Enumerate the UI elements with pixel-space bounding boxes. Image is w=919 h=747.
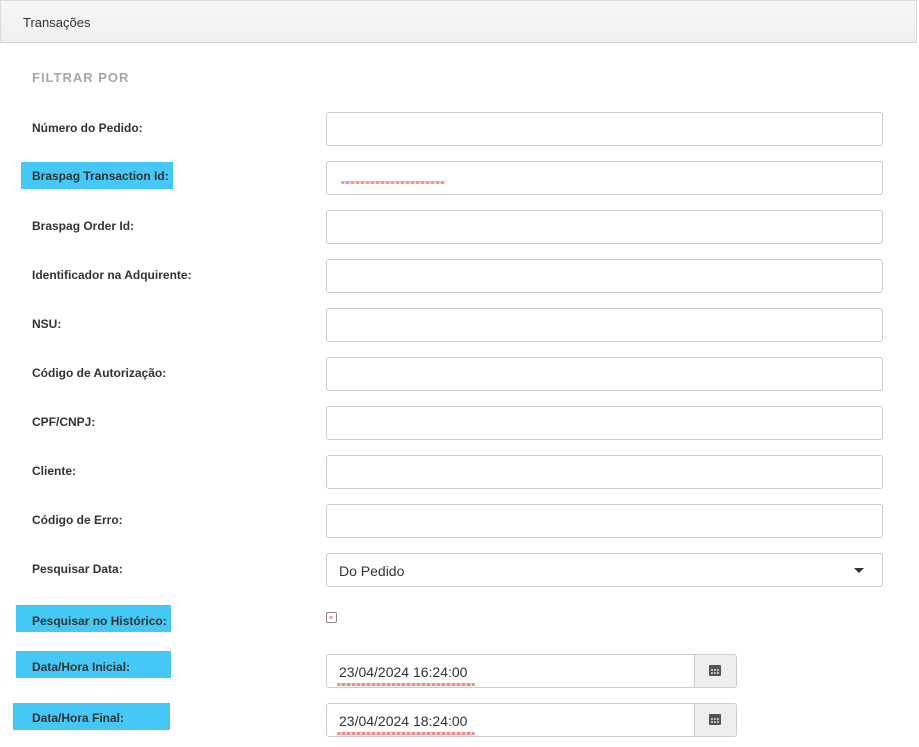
- cliente-input[interactable]: [326, 455, 883, 489]
- pesquisar-data-label: Pesquisar Data:: [32, 562, 123, 576]
- section-title: FILTRAR POR: [32, 70, 130, 85]
- cliente-label: Cliente:: [32, 464, 77, 478]
- data-inicial-label: Data/Hora Inicial:: [32, 660, 131, 674]
- nsu-input[interactable]: [326, 308, 883, 342]
- calendar-button[interactable]: [694, 704, 736, 736]
- order-id-input[interactable]: [326, 210, 883, 244]
- transaction-id-input[interactable]: [326, 161, 883, 195]
- spellcheck-underline: [337, 732, 475, 735]
- nsu-label: NSU:: [32, 317, 62, 331]
- redacted-value: [341, 181, 445, 184]
- chevron-down-icon: [854, 568, 864, 573]
- calendar-icon: [709, 714, 721, 725]
- autorizacao-row: Código de Autorização:: [0, 357, 919, 391]
- historico-checkbox[interactable]: [326, 612, 337, 623]
- pesquisar-data-selected: Do Pedido: [339, 563, 405, 579]
- data-final-input[interactable]: 23/04/2024 18:24:00: [326, 703, 737, 737]
- adquirente-input[interactable]: [326, 259, 883, 293]
- adquirente-label: Identificador na Adquirente:: [32, 268, 192, 282]
- order-id-label: Braspag Order Id:: [32, 219, 135, 233]
- erro-row: Código de Erro:: [0, 504, 919, 538]
- adquirente-row: Identificador na Adquirente:: [0, 259, 919, 293]
- erro-input[interactable]: [326, 504, 883, 538]
- historico-row: Pesquisar no Histórico:: [0, 604, 919, 638]
- transaction-id-label: Braspag Transaction Id:: [32, 169, 169, 183]
- cliente-row: Cliente:: [0, 455, 919, 489]
- autorizacao-input[interactable]: [326, 357, 883, 391]
- erro-label: Código de Erro:: [32, 513, 123, 527]
- panel-header: Transações: [0, 0, 917, 43]
- pesquisar-data-select[interactable]: Do Pedido: [326, 553, 883, 587]
- calendar-icon: [709, 665, 721, 676]
- spellcheck-underline: [337, 683, 475, 686]
- numero-pedido-row: Número do Pedido:: [0, 112, 919, 146]
- pesquisar-data-row: Pesquisar Data: Do Pedido: [0, 553, 919, 587]
- data-inicial-input[interactable]: 23/04/2024 16:24:00: [326, 654, 737, 688]
- checkbox-mark: [329, 616, 333, 619]
- historico-label: Pesquisar no Histórico:: [32, 614, 167, 628]
- autorizacao-label: Código de Autorização:: [32, 366, 167, 380]
- panel-title: Transações: [23, 15, 91, 30]
- data-final-row: Data/Hora Final: 23/04/2024 18:24:00: [0, 703, 919, 737]
- cpf-input[interactable]: [326, 406, 883, 440]
- nsu-row: NSU:: [0, 308, 919, 342]
- data-inicial-row: Data/Hora Inicial: 23/04/2024 16:24:00: [0, 651, 919, 688]
- transaction-id-row: Braspag Transaction Id:: [0, 161, 919, 195]
- calendar-button[interactable]: [694, 655, 736, 687]
- data-final-label: Data/Hora Final:: [32, 711, 125, 725]
- cpf-label: CPF/CNPJ:: [32, 415, 96, 429]
- order-id-row: Braspag Order Id:: [0, 210, 919, 244]
- numero-pedido-input[interactable]: [326, 112, 883, 146]
- numero-pedido-label: Número do Pedido:: [32, 121, 143, 135]
- cpf-row: CPF/CNPJ:: [0, 406, 919, 440]
